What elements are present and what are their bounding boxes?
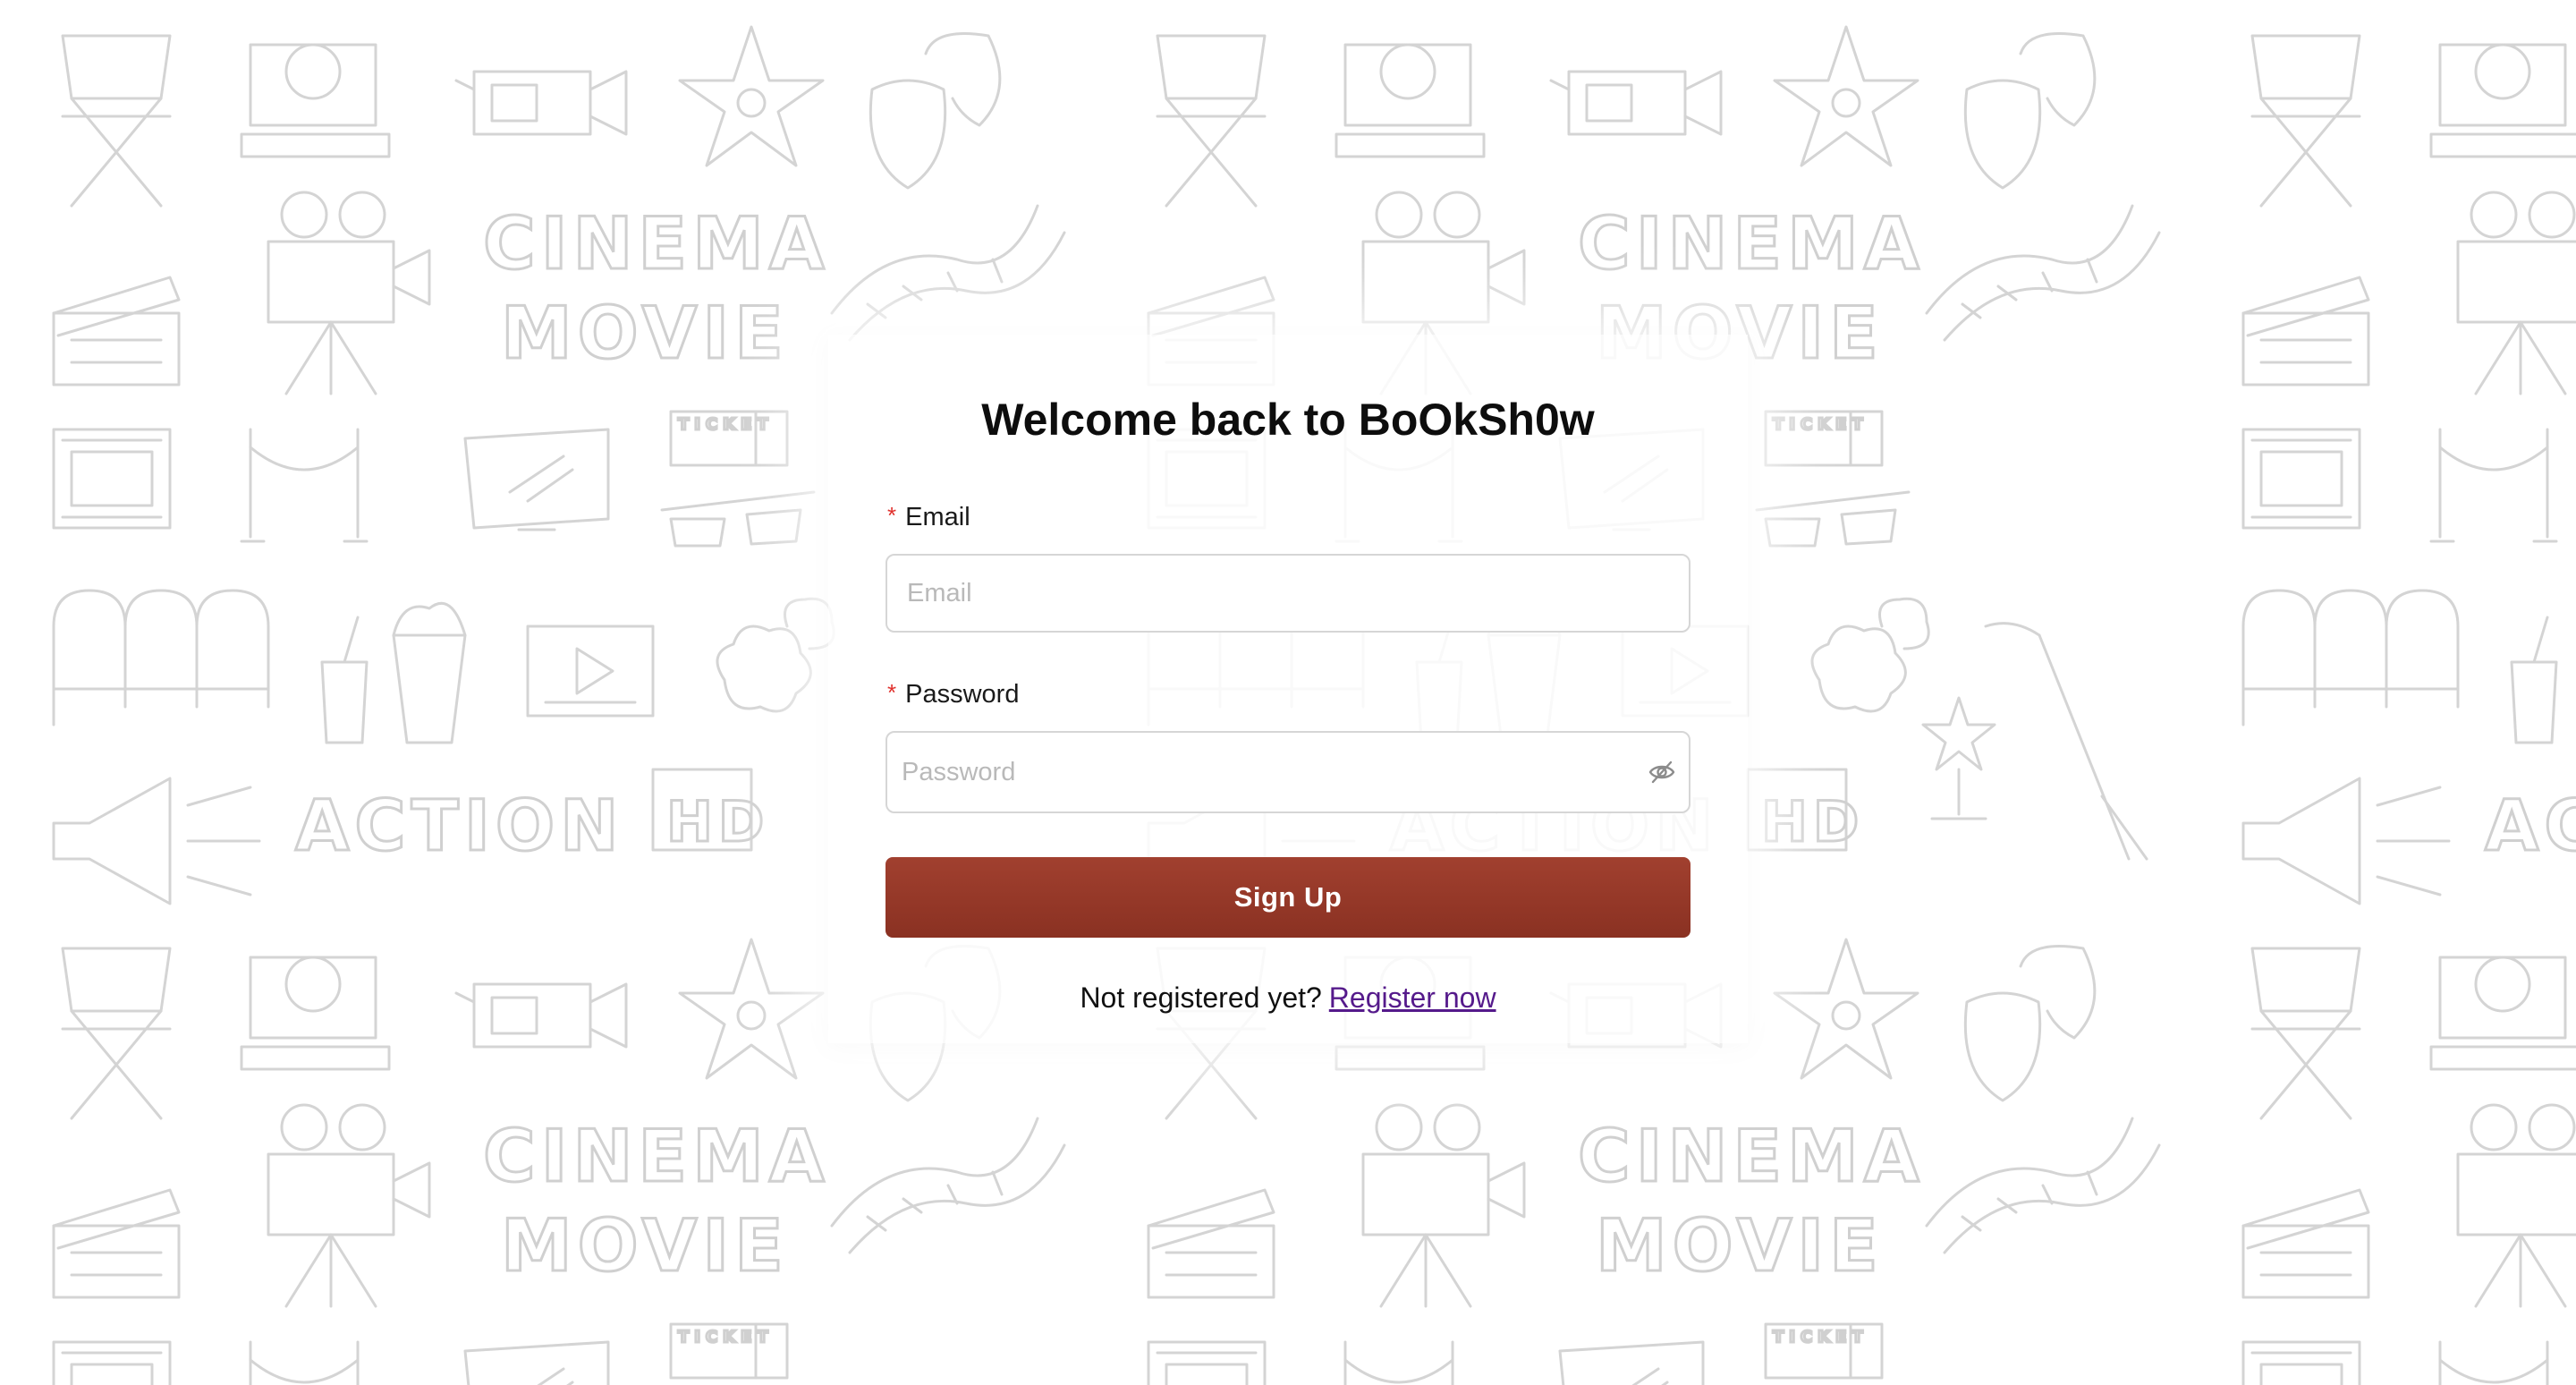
email-label-text: Email [905, 503, 970, 531]
doodle-word-ticket: TICKET [1773, 415, 1868, 434]
rope-barrier-doodle [249, 1340, 360, 1385]
film-reel-doodle [52, 428, 172, 530]
seats-doodle [52, 589, 270, 726]
screen-doodle [2429, 956, 2576, 1071]
award-doodle [1921, 696, 1996, 820]
popcorn-doodle [2510, 616, 2558, 744]
screen-doodle [240, 43, 391, 158]
video-camera-doodle [1549, 70, 1723, 136]
projector-doodle [2456, 191, 2576, 395]
register-now-link[interactable]: Register now [1329, 981, 1496, 1014]
screen-doodle [1335, 43, 1486, 158]
clapperboard-doodle [2241, 276, 2370, 387]
doodle-word-movie: MOVIE [501, 1204, 789, 1287]
chair-doodle [61, 947, 172, 1120]
film-reel-doodle [2241, 428, 2361, 530]
film-strip-doodle [830, 1117, 1066, 1254]
doodle-word-ticket: TICKET [678, 1328, 774, 1347]
password-field [886, 731, 1690, 813]
video-camera-doodle [454, 70, 628, 136]
film-reel-doodle [2241, 1340, 2361, 1385]
register-prompt: Not registered yet? Register now [828, 981, 1748, 1015]
film-strip-doodle [1925, 204, 2161, 342]
tv-doodle [463, 1340, 610, 1385]
doodle-word-movie: MOVIE [1596, 1204, 1884, 1287]
burst-doodle [1810, 597, 1930, 713]
tv-doodle [463, 428, 610, 531]
required-marker: * [887, 679, 897, 706]
star-doodle [1773, 25, 1919, 167]
doodle-word-hd: HD [1761, 789, 1864, 854]
doodle-word-action: ACTION [2485, 786, 2576, 867]
star-doodle [678, 25, 825, 167]
burst-doodle [716, 597, 835, 713]
screen-doodle [240, 956, 391, 1071]
email-label: * Email [887, 502, 970, 532]
projector-doodle [267, 1103, 431, 1308]
projector-doodle [2456, 1103, 2576, 1308]
masks-doodle [1963, 945, 2097, 1102]
doodle-word-cinema: CINEMA [1578, 1115, 1925, 1198]
star-doodle [678, 938, 825, 1080]
clapperboard-doodle [52, 1188, 181, 1299]
rope-barrier-doodle [2438, 1340, 2549, 1385]
video-camera-doodle [454, 982, 628, 1049]
eye-invisible-icon[interactable] [1648, 758, 1676, 786]
doodle-word-ticket: TICKET [1773, 1328, 1868, 1347]
masks-doodle [869, 32, 1002, 190]
doodle-word-cinema: CINEMA [483, 1115, 830, 1198]
star-doodle [1773, 938, 1919, 1080]
email-input[interactable] [886, 554, 1690, 633]
doodle-word-cinema: CINEMA [1578, 202, 1925, 285]
register-prompt-text: Not registered yet? [1080, 981, 1322, 1014]
required-marker: * [887, 502, 897, 529]
seats-doodle [2241, 589, 2460, 726]
glasses-doodle [660, 490, 816, 548]
doodle-word-action: ACTION [295, 786, 623, 867]
password-input[interactable] [886, 731, 1690, 813]
doodle-word-cinema: CINEMA [483, 202, 830, 285]
boom-mic-doodle [1984, 622, 2148, 861]
doodle-word-ticket: TICKET [678, 415, 774, 434]
popcorn-doodle [320, 601, 467, 744]
glasses-doodle [1755, 490, 1911, 548]
play-button-doodle [526, 625, 655, 718]
chair-doodle [61, 34, 172, 208]
clapperboard-doodle [52, 276, 181, 387]
megaphone-doodle [52, 777, 261, 905]
chair-doodle [1156, 34, 1267, 208]
projector-doodle [1361, 1103, 1526, 1308]
rope-barrier-doodle [1343, 1340, 1454, 1385]
sign-up-button[interactable]: Sign Up [886, 857, 1690, 938]
doodle-word-movie: MOVIE [501, 292, 789, 375]
film-reel-doodle [1147, 1340, 1267, 1385]
masks-doodle [1963, 32, 2097, 190]
film-strip-doodle [830, 204, 1066, 342]
password-label-text: Password [905, 680, 1020, 709]
clapperboard-doodle [1147, 1188, 1275, 1299]
password-label: * Password [887, 679, 1020, 709]
chair-doodle [2250, 947, 2361, 1120]
clapperboard-doodle [2241, 1188, 2370, 1299]
page-title: Welcome back to BoOkSh0w [981, 395, 1595, 445]
film-strip-doodle [1925, 1117, 2161, 1254]
chair-doodle [2250, 34, 2361, 208]
megaphone-doodle [2241, 777, 2451, 905]
screen-doodle [2429, 43, 2576, 158]
tv-doodle [1558, 1340, 1705, 1385]
doodle-word-hd: HD [666, 789, 769, 854]
projector-doodle [267, 191, 431, 395]
rope-barrier-doodle [2429, 428, 2558, 543]
film-reel-doodle [52, 1340, 172, 1385]
login-card: Welcome back to BoOkSh0w * Email * Passwor… [828, 335, 1748, 1043]
rope-barrier-doodle [240, 428, 369, 543]
